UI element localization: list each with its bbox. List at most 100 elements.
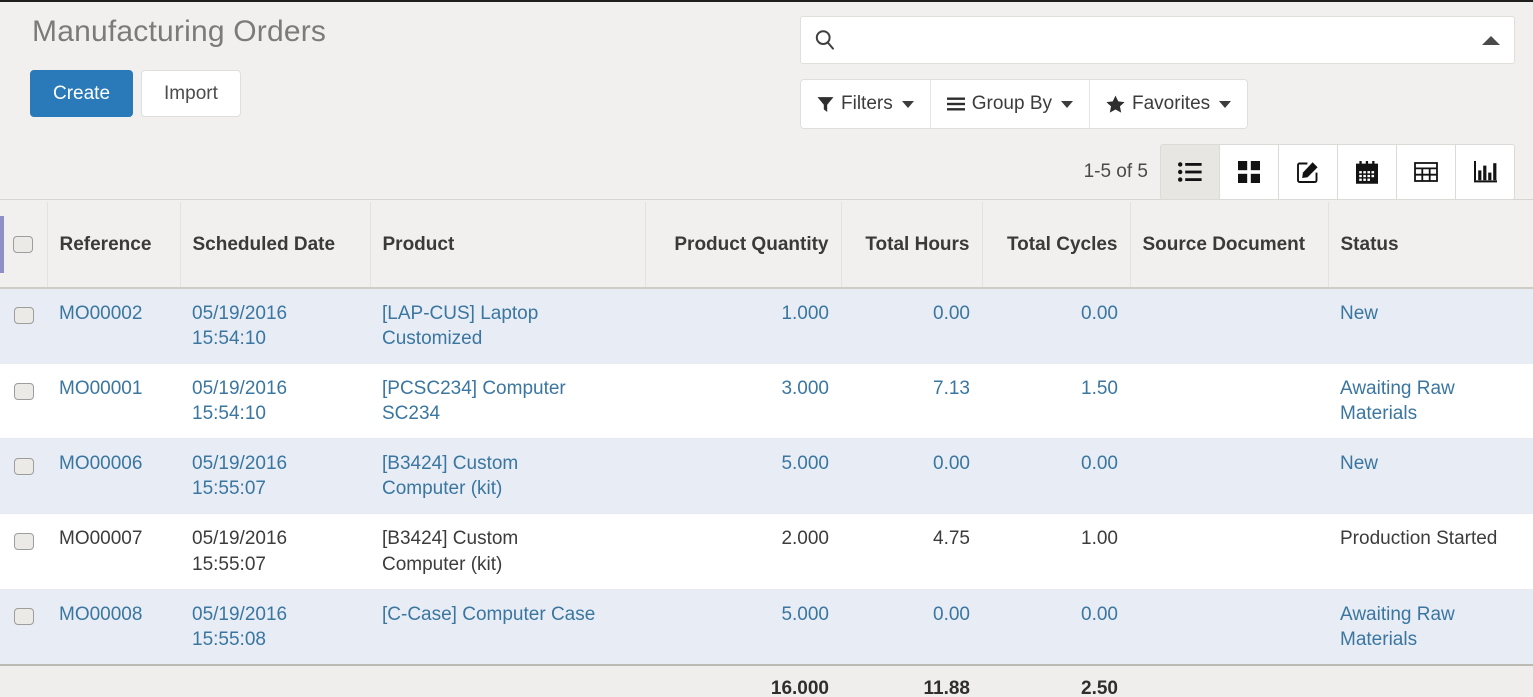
column-header-reference[interactable]: Reference (47, 202, 181, 289)
totals-total-cycles: 2.50 (982, 663, 1130, 697)
cell-total-cycles: 0.00 (982, 438, 1130, 515)
product-line-2: SC234 (382, 403, 441, 425)
list-view-icon (1178, 161, 1202, 183)
row-checkbox[interactable] (13, 532, 34, 550)
control-panel: Manufacturing Orders Create Import Filte… (0, 2, 1533, 200)
group-by-button[interactable]: Group By (930, 80, 1090, 128)
table-totals-row: 16.000 11.88 2.50 (0, 663, 1533, 697)
totals-source-document (1130, 663, 1328, 697)
row-select-cell (0, 513, 47, 590)
date-line-1: 05/19/2016 (192, 453, 288, 475)
table-row[interactable]: MO00008 05/19/2016 15:55:08 [C-Case] Com… (0, 589, 1533, 666)
column-header-total-cycles[interactable]: Total Cycles (982, 202, 1131, 289)
table-row[interactable]: MO00006 05/19/2016 15:55:07 [B3424] Cust… (0, 438, 1533, 515)
select-all-checkbox[interactable] (13, 236, 34, 254)
cell-source-document (1130, 589, 1328, 666)
cell-reference: MO00006 (47, 438, 180, 515)
column-header-scheduled-date[interactable]: Scheduled Date (180, 202, 371, 289)
pager-range[interactable]: 1-5 of 5 (1084, 161, 1148, 183)
row-checkbox[interactable] (13, 608, 34, 626)
filter-button-group: Filters Group By Favorites (800, 79, 1249, 129)
view-button-calendar[interactable] (1338, 145, 1397, 199)
cell-product: [PCSC234] Computer SC234 (370, 363, 645, 440)
date-line-2: 15:55:07 (192, 478, 266, 500)
cell-total-cycles: 1.00 (982, 513, 1130, 590)
create-button[interactable]: Create (30, 70, 134, 117)
cell-total-cycles: 0.00 (982, 288, 1130, 365)
date-line-1: 05/19/2016 (192, 378, 288, 400)
date-line-1: 05/19/2016 (192, 603, 288, 625)
cell-reference: MO00002 (47, 288, 180, 365)
list-view: Reference Scheduled Date Product Product… (0, 202, 1533, 697)
date-line-1: 05/19/2016 (192, 528, 288, 550)
favorites-label: Favorites (1132, 93, 1211, 114)
cell-status: New (1328, 438, 1533, 515)
filter-funnel-icon (817, 96, 834, 113)
table-header-row: Reference Scheduled Date Product Product… (0, 202, 1533, 289)
view-button-list[interactable] (1161, 145, 1220, 199)
cell-product-quantity: 3.000 (645, 363, 841, 440)
product-line-2: Computer (kit) (382, 553, 503, 575)
column-header-product-quantity[interactable]: Product Quantity (645, 202, 842, 289)
totals-product-quantity: 16.000 (645, 663, 841, 697)
table-row[interactable]: MO00007 05/19/2016 15:55:07 [B3424] Cust… (0, 513, 1533, 590)
cell-source-document (1130, 288, 1328, 365)
cell-scheduled-date: 05/19/2016 15:54:10 (180, 363, 370, 440)
date-line-1: 05/19/2016 (192, 303, 288, 324)
column-header-total-hours[interactable]: Total Hours (841, 202, 983, 289)
status-line-1: Awaiting Raw (1340, 378, 1455, 400)
kanban-view-icon (1238, 161, 1260, 183)
search-view[interactable] (800, 16, 1515, 64)
cell-source-document (1130, 438, 1328, 515)
date-line-2: 15:54:10 (192, 328, 266, 350)
cell-status: Awaiting Raw Materials (1328, 363, 1533, 440)
filters-button[interactable]: Filters (801, 80, 931, 128)
cell-total-hours: 0.00 (841, 438, 982, 515)
totals-reference (47, 663, 180, 697)
column-header-source-document[interactable]: Source Document (1130, 202, 1329, 289)
cell-status: New (1328, 288, 1533, 365)
product-line-2: Customized (382, 328, 483, 350)
row-checkbox[interactable] (13, 307, 34, 325)
column-header-product[interactable]: Product (370, 202, 646, 289)
date-line-2: 15:55:08 (192, 628, 266, 650)
totals-scheduled-date (180, 663, 370, 697)
filters-label: Filters (841, 93, 893, 114)
search-input[interactable] (845, 26, 1482, 54)
caret-up-icon[interactable] (1482, 35, 1500, 45)
import-button[interactable]: Import (141, 70, 241, 117)
cell-total-hours: 0.00 (841, 589, 982, 666)
cell-total-cycles: 1.50 (982, 363, 1130, 440)
cell-scheduled-date: 05/19/2016 15:54:10 (180, 288, 370, 365)
product-line-2: Computer (kit) (382, 478, 503, 500)
action-buttons: Create Import (30, 70, 770, 117)
favorites-button[interactable]: Favorites (1090, 80, 1248, 128)
row-checkbox[interactable] (13, 457, 34, 475)
cell-total-hours: 0.00 (841, 288, 982, 365)
cell-reference: MO00001 (47, 363, 180, 440)
cell-product: [B3424] Custom Computer (kit) (370, 513, 645, 590)
odoo-list-page: Manufacturing Orders Create Import Filte… (0, 0, 1533, 697)
view-button-graph[interactable] (1456, 145, 1514, 199)
row-select-cell (0, 363, 47, 440)
date-line-2: 15:54:10 (192, 403, 266, 425)
cell-scheduled-date: 05/19/2016 15:55:07 (180, 513, 370, 590)
totals-status (1328, 663, 1533, 697)
cell-source-document (1130, 513, 1328, 590)
cell-total-hours: 4.75 (841, 513, 982, 590)
status-line-1: Awaiting Raw (1340, 603, 1455, 625)
cell-product: [B3424] Custom Computer (kit) (370, 438, 645, 515)
row-checkbox[interactable] (13, 382, 34, 400)
view-button-form[interactable] (1279, 145, 1338, 199)
view-button-pivot[interactable] (1397, 145, 1456, 199)
graph-view-icon (1473, 161, 1497, 183)
table-row[interactable]: MO00001 05/19/2016 15:54:10 [PCSC234] Co… (0, 363, 1533, 440)
cell-reference: MO00008 (47, 589, 180, 666)
table-row[interactable]: MO00002 05/19/2016 15:54:10 [LAP-CUS] La… (0, 288, 1533, 365)
view-button-kanban[interactable] (1220, 145, 1279, 199)
column-header-status[interactable]: Status (1328, 202, 1533, 289)
cell-product: [C-Case] Computer Case (370, 589, 645, 666)
cell-source-document (1130, 363, 1328, 440)
product-line-1: [LAP-CUS] Laptop (382, 303, 539, 324)
status-line-1: New (1340, 453, 1379, 475)
